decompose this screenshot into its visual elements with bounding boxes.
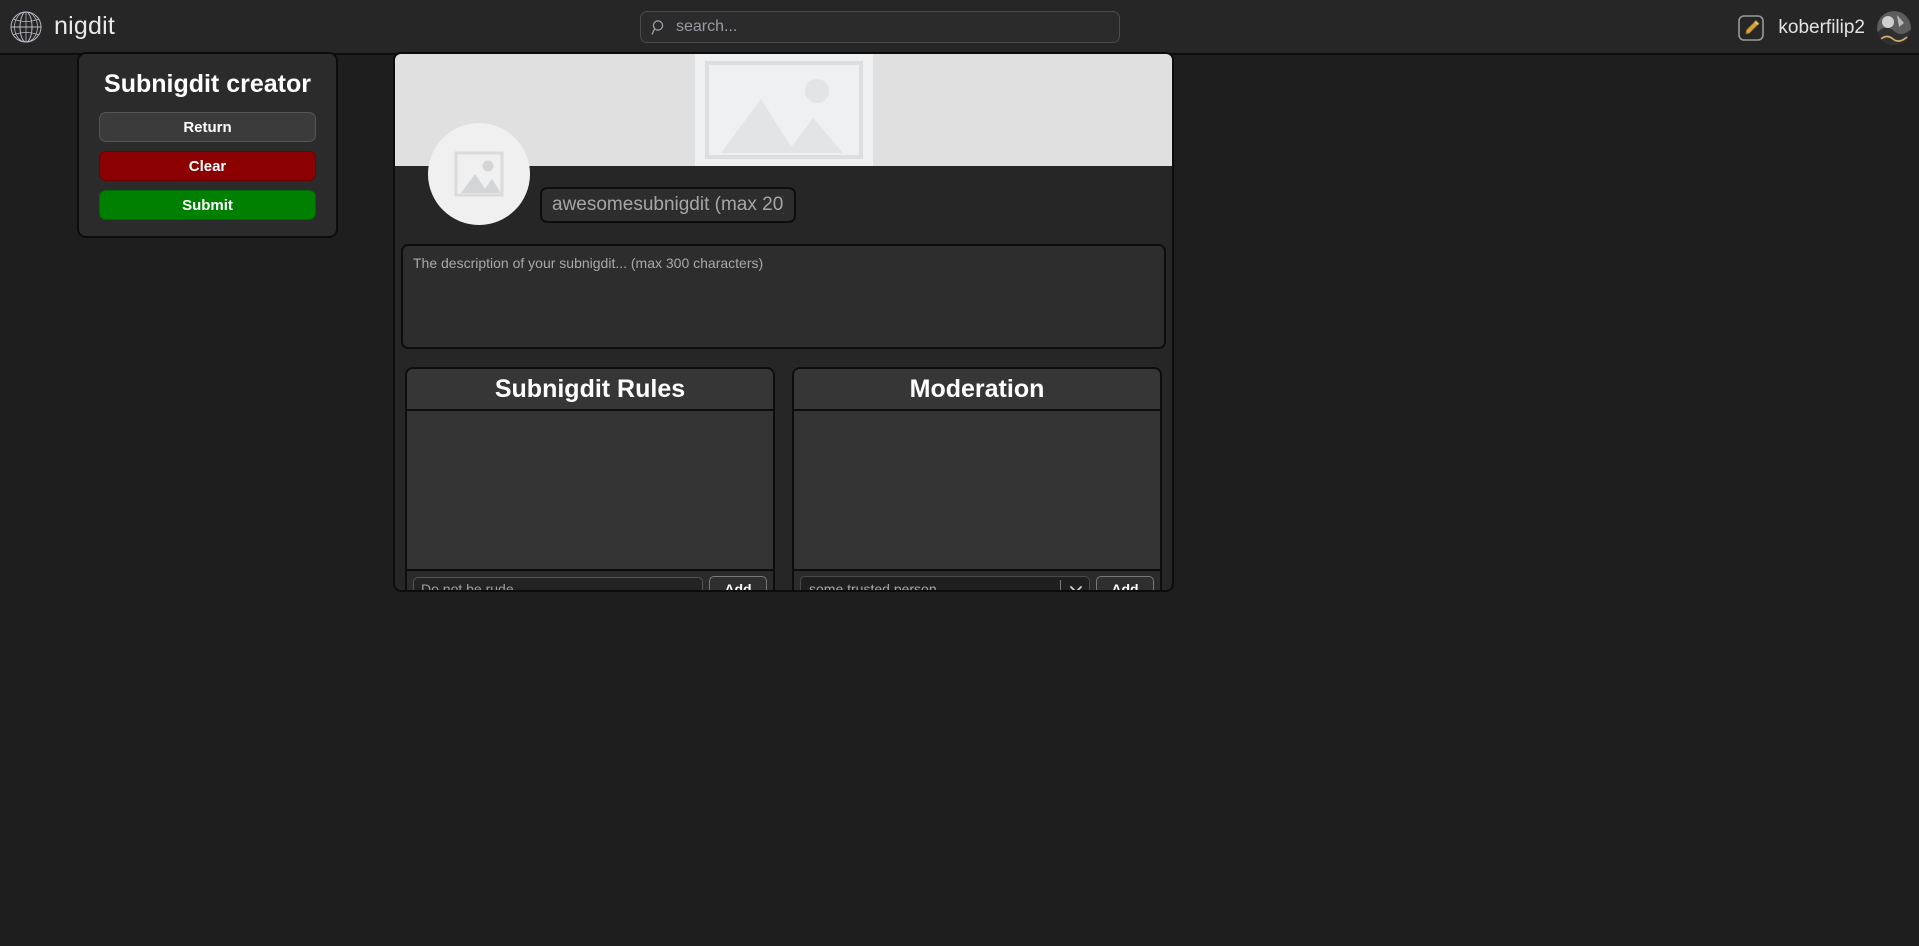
subnigdit-editor-panel: Subnigdit Rules Add Moderation some trus…: [393, 52, 1174, 592]
return-button[interactable]: Return: [99, 112, 316, 142]
clear-button[interactable]: Clear: [99, 151, 316, 181]
user-name[interactable]: koberfilip2: [1778, 17, 1865, 39]
moderator-select[interactable]: some trusted person...: [800, 576, 1090, 592]
add-moderator-button[interactable]: Add: [1096, 576, 1154, 590]
rules-list[interactable]: [407, 411, 773, 571]
submit-button[interactable]: Submit: [99, 190, 316, 220]
moderation-card-title: Moderation: [794, 369, 1160, 411]
select-divider: [1060, 579, 1061, 590]
search-icon: [651, 19, 668, 36]
subnigdit-rules-card: Subnigdit Rules Add: [405, 367, 775, 590]
search-bar[interactable]: [640, 11, 1120, 43]
subnigdit-description-textarea[interactable]: [401, 244, 1166, 349]
add-rule-button[interactable]: Add: [709, 576, 767, 590]
search-input[interactable]: [676, 18, 1096, 36]
moderation-card: Moderation some trusted person... Add: [792, 367, 1162, 592]
image-placeholder-icon: [451, 146, 507, 202]
banner-image-upload[interactable]: [395, 54, 1172, 225]
moderation-footer: some trusted person... Add: [794, 571, 1160, 592]
profile-avatar-upload[interactable]: [428, 123, 530, 225]
edit-pencil-icon[interactable]: [1736, 13, 1766, 43]
top-navbar: nigdit koberfilip2: [0, 0, 1919, 55]
rule-input[interactable]: [413, 577, 703, 590]
subnigdit-creator-sidebar: Subnigdit creator Return Clear Submit: [77, 52, 338, 238]
brand-name: nigdit: [54, 12, 115, 40]
image-placeholder-icon: [694, 54, 873, 166]
sidebar-title: Subnigdit creator: [104, 70, 311, 98]
avatar[interactable]: [1877, 10, 1911, 45]
moderator-list[interactable]: [794, 411, 1160, 571]
user-area: koberfilip2: [1736, 0, 1911, 55]
subnigdit-name-input[interactable]: [540, 187, 796, 223]
brand-logo[interactable]: nigdit: [8, 9, 115, 45]
cards-row: Subnigdit Rules Add Moderation some trus…: [395, 349, 1172, 592]
chevron-down-icon[interactable]: [1067, 580, 1085, 590]
rules-card-title: Subnigdit Rules: [407, 369, 773, 411]
rules-footer: Add: [407, 571, 773, 590]
globe-icon: [8, 9, 44, 45]
moderator-select-text: some trusted person...: [809, 580, 949, 592]
